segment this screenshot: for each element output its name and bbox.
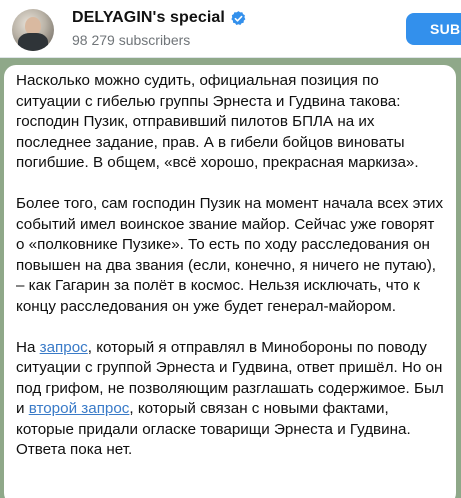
message-bubble: Насколько можно судить, официальная пози… (4, 65, 456, 498)
avatar-body (18, 33, 48, 51)
subscriber-count: 98 279 subscribers (72, 32, 191, 48)
message-paragraph-1: Насколько можно судить, официальная пози… (16, 72, 419, 171)
channel-header: DELYAGIN's special 98 279 subscribers SU… (0, 0, 461, 58)
message-paragraph-3: На запрос, который я отправлял в Минобор… (16, 338, 446, 461)
paragraph-3-text-a: На (16, 338, 40, 356)
verified-badge-icon (231, 10, 246, 25)
request-link-2[interactable]: второй запрос (29, 400, 130, 417)
subscribe-button[interactable]: SUBS (406, 13, 461, 45)
request-link-1[interactable]: запрос (40, 339, 88, 356)
channel-info[interactable]: DELYAGIN's special 98 279 subscribers (72, 9, 247, 48)
channel-title: DELYAGIN's special (72, 9, 225, 26)
channel-avatar[interactable] (12, 9, 54, 51)
message-paragraph-2: Более того, сам господин Пузик на момент… (16, 195, 444, 315)
channel-title-row: DELYAGIN's special (72, 9, 247, 27)
